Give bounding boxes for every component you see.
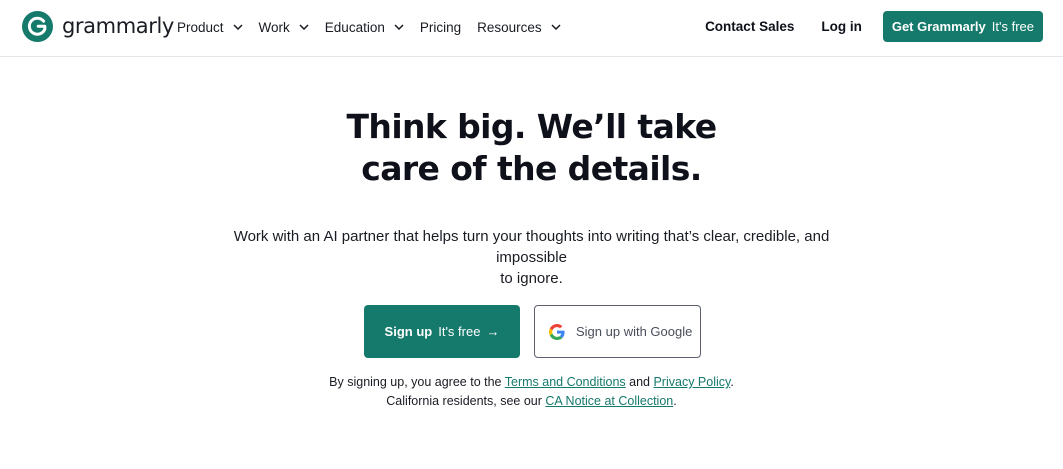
- nav-product[interactable]: Product: [177, 20, 243, 35]
- sign-up-button[interactable]: Sign up It's free →: [364, 305, 520, 358]
- chevron-down-icon: [394, 24, 404, 30]
- top-header: grammarly Product Work Education Pricing…: [0, 0, 1063, 57]
- ca-notice-link[interactable]: CA Notice at Collection: [545, 394, 673, 408]
- legal-period1: .: [730, 375, 734, 389]
- legal-and: and: [625, 375, 654, 389]
- main-nav: Product Work Education Pricing Resources: [177, 17, 577, 37]
- nav-education[interactable]: Education: [325, 20, 404, 35]
- cta-row: Sign up It's free → Sign up with Google: [364, 305, 701, 358]
- nav-pricing-label: Pricing: [419, 19, 462, 35]
- hero-title: Think big. We’ll take care of the detail…: [0, 106, 1063, 190]
- privacy-link[interactable]: Privacy Policy: [653, 375, 730, 389]
- hero-subtitle-line1: Work with an AI partner that helps turn …: [233, 228, 830, 266]
- sign-up-label: Sign up: [384, 324, 433, 339]
- chevron-down-icon: [233, 24, 243, 30]
- sign-up-free-label: It's free: [438, 324, 481, 339]
- nav-education-label: Education: [324, 19, 385, 35]
- chevron-down-icon: [299, 24, 309, 30]
- nav-pricing[interactable]: Pricing: [420, 20, 461, 35]
- hero-subtitle: Work with an AI partner that helps turn …: [200, 226, 863, 289]
- nav-work-label: Work: [258, 19, 290, 35]
- get-grammarly-button[interactable]: Get Grammarly It's free: [882, 11, 1043, 42]
- nav-work[interactable]: Work: [259, 20, 309, 35]
- ca-prefix: California residents, see our: [386, 394, 546, 408]
- legal-prefix: By signing up, you agree to the: [329, 375, 505, 389]
- terms-link[interactable]: Terms and Conditions: [505, 375, 626, 389]
- hero-subtitle-line2: to ignore.: [500, 270, 563, 287]
- hero-title-line1: Think big. We’ll take: [346, 107, 718, 146]
- grammarly-logo[interactable]: grammarly: [22, 11, 174, 42]
- arrow-right-icon: →: [486, 324, 500, 339]
- chevron-down-icon: [551, 24, 561, 30]
- sign-up-google-button[interactable]: Sign up with Google: [534, 305, 701, 358]
- header-actions: Contact Sales Log in Get Grammarly It's …: [705, 11, 1043, 42]
- nav-resources-label: Resources: [477, 19, 542, 35]
- legal-period2: .: [673, 394, 677, 408]
- login-link[interactable]: Log in: [821, 19, 862, 34]
- get-grammarly-label: Get Grammarly: [891, 19, 986, 34]
- sign-up-google-label: Sign up with Google: [576, 324, 693, 339]
- its-free-label: It's free: [991, 19, 1034, 34]
- google-g-icon: [549, 323, 565, 340]
- legal-notice: By signing up, you agree to the Terms an…: [0, 373, 1063, 411]
- nav-product-label: Product: [177, 19, 224, 35]
- grammarly-logo-icon: [22, 11, 53, 42]
- logo-wordmark: grammarly: [62, 14, 174, 38]
- hero-title-line2: care of the details.: [361, 149, 702, 188]
- nav-resources[interactable]: Resources: [477, 20, 561, 35]
- contact-sales-link[interactable]: Contact Sales: [705, 19, 794, 34]
